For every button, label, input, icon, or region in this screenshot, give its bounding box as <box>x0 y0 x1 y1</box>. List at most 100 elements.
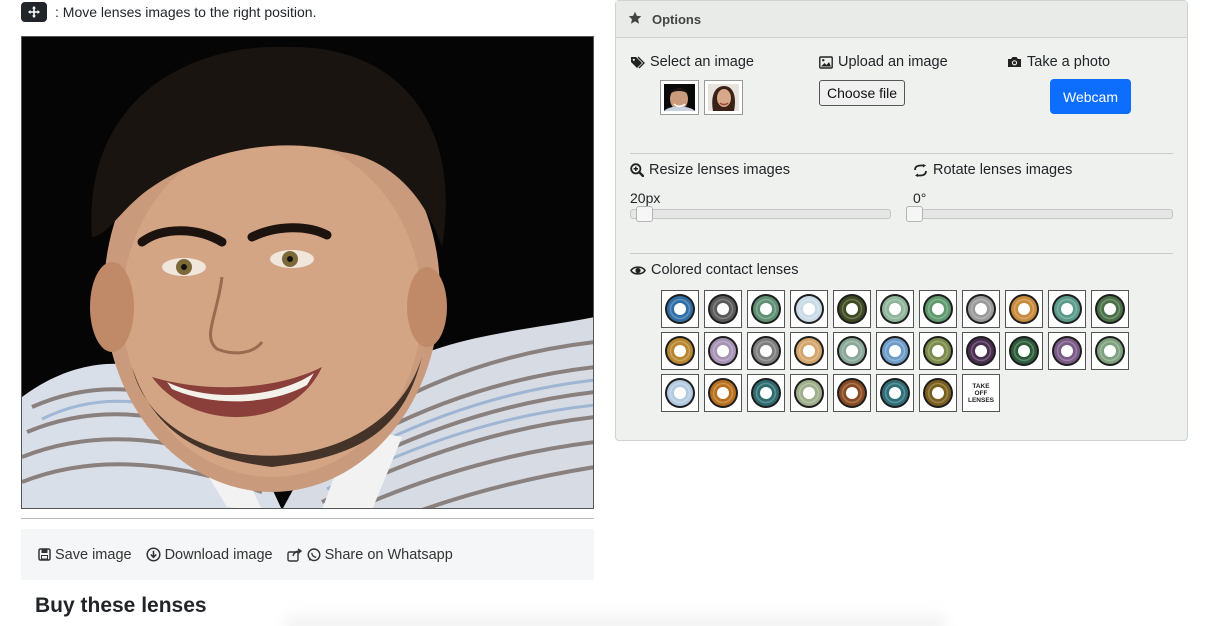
lens-option[interactable] <box>704 374 742 412</box>
lens-option[interactable] <box>704 332 742 370</box>
lens-option[interactable] <box>876 374 914 412</box>
lens-option[interactable] <box>704 290 742 328</box>
share-whatsapp-button[interactable]: Share on Whatsapp <box>286 546 453 563</box>
lens-option[interactable] <box>1048 290 1086 328</box>
star-icon <box>628 11 642 28</box>
options-divider-1 <box>630 153 1173 154</box>
lens-swatch-icon <box>923 336 953 366</box>
lens-option[interactable] <box>1091 290 1129 328</box>
lens-swatch-icon <box>966 294 996 324</box>
photo-divider <box>21 518 594 519</box>
lens-swatch-icon <box>880 378 910 408</box>
resize-lenses-heading: Resize lenses images <box>630 162 790 178</box>
take-off-lenses-button[interactable]: TAKE OFF LENSES <box>962 374 1000 412</box>
lens-swatch-icon <box>1052 336 1082 366</box>
lens-option[interactable] <box>1005 290 1043 328</box>
lens-option[interactable] <box>876 290 914 328</box>
lens-swatch-icon <box>966 336 996 366</box>
lens-option[interactable] <box>919 374 957 412</box>
lens-option[interactable] <box>790 290 828 328</box>
floppy-disk-icon <box>38 548 51 561</box>
lens-option[interactable] <box>962 332 1000 370</box>
lens-option[interactable] <box>747 374 785 412</box>
lens-swatch-icon <box>1009 336 1039 366</box>
lens-grid: TAKE OFF LENSES <box>661 290 1136 416</box>
options-header: Options <box>616 1 1187 38</box>
face-photo[interactable] <box>21 36 594 509</box>
lens-swatch-icon <box>837 336 867 366</box>
lens-swatch-icon <box>837 378 867 408</box>
lens-swatch-icon <box>751 378 781 408</box>
lens-swatch-icon <box>1052 294 1082 324</box>
upload-image-label: Upload an image <box>838 54 948 70</box>
rotate-icon <box>913 163 928 177</box>
rotate-slider-track[interactable] <box>906 209 1173 219</box>
lens-swatch-icon <box>923 378 953 408</box>
choose-file-button[interactable]: Choose file <box>819 80 906 106</box>
webcam-button[interactable]: Webcam <box>1050 79 1131 114</box>
eye-icon <box>630 265 646 276</box>
save-image-label: Save image <box>55 546 132 563</box>
lens-option[interactable] <box>919 290 957 328</box>
lens-option[interactable] <box>1091 332 1129 370</box>
options-panel: Options Select an image Upload an image <box>615 0 1188 441</box>
lens-swatch-icon <box>708 294 738 324</box>
share-whatsapp-label: Share on Whatsapp <box>324 546 453 563</box>
lens-swatch-icon <box>880 336 910 366</box>
take-off-lenses-label: TAKE OFF LENSES <box>967 382 994 404</box>
download-image-button[interactable]: Download image <box>146 547 273 563</box>
download-circle-icon <box>146 547 161 562</box>
lens-option[interactable] <box>962 290 1000 328</box>
lens-option[interactable] <box>833 290 871 328</box>
sample-image-male[interactable] <box>660 80 699 115</box>
lens-row <box>661 332 1136 370</box>
lens-option[interactable] <box>747 290 785 328</box>
resize-lenses-label: Resize lenses images <box>649 162 791 178</box>
lens-swatch-icon <box>1009 294 1039 324</box>
rotate-lenses-label: Rotate lenses images <box>933 162 1073 178</box>
lens-option[interactable] <box>919 332 957 370</box>
lens-option[interactable] <box>1048 332 1086 370</box>
lens-swatch-icon <box>794 294 824 324</box>
lens-swatch-icon <box>794 336 824 366</box>
take-photo-heading: Take a photo <box>1007 54 1110 70</box>
lens-option[interactable] <box>876 332 914 370</box>
whatsapp-icon <box>307 547 321 562</box>
tags-icon <box>630 56 645 69</box>
options-divider-2 <box>630 253 1173 254</box>
lens-option[interactable] <box>833 332 871 370</box>
lens-option[interactable] <box>1005 332 1043 370</box>
move-instruction-text: : Move lenses images to the right positi… <box>55 4 317 20</box>
save-image-button[interactable]: Save image <box>38 547 132 563</box>
colored-lenses-heading: Colored contact lenses <box>630 262 799 278</box>
lens-swatch-icon <box>665 336 695 366</box>
options-title: Options <box>652 11 702 27</box>
rotate-lenses-heading: Rotate lenses images <box>913 162 1072 178</box>
colored-lenses-label: Colored contact lenses <box>651 262 799 278</box>
resize-slider-handle[interactable] <box>636 206 653 222</box>
lens-swatch-icon <box>923 294 953 324</box>
lens-option[interactable] <box>661 290 699 328</box>
lens-option[interactable] <box>833 374 871 412</box>
rotate-slider-handle[interactable] <box>906 206 923 222</box>
lens-option[interactable] <box>790 332 828 370</box>
lens-option[interactable] <box>790 374 828 412</box>
lens-swatch-icon <box>880 294 910 324</box>
share-icon <box>286 547 303 562</box>
lens-option[interactable] <box>661 374 699 412</box>
select-image-heading: Select an image <box>630 54 754 70</box>
male-face-thumbnail <box>664 84 695 111</box>
lens-option[interactable] <box>747 332 785 370</box>
buy-lenses-heading: Buy these lenses <box>35 594 207 617</box>
lens-option[interactable] <box>661 332 699 370</box>
sample-image-female[interactable] <box>704 80 743 115</box>
lens-swatch-icon <box>708 378 738 408</box>
take-photo-label: Take a photo <box>1027 54 1111 70</box>
lens-swatch-icon <box>751 294 781 324</box>
female-face-thumbnail <box>708 84 739 111</box>
resize-slider-track[interactable] <box>630 209 891 219</box>
image-actions-bar: Save image Download image Share on Whats… <box>21 529 594 580</box>
zoom-in-icon <box>630 163 644 177</box>
lens-swatch-icon <box>1095 294 1125 324</box>
products-shadow <box>285 610 945 626</box>
